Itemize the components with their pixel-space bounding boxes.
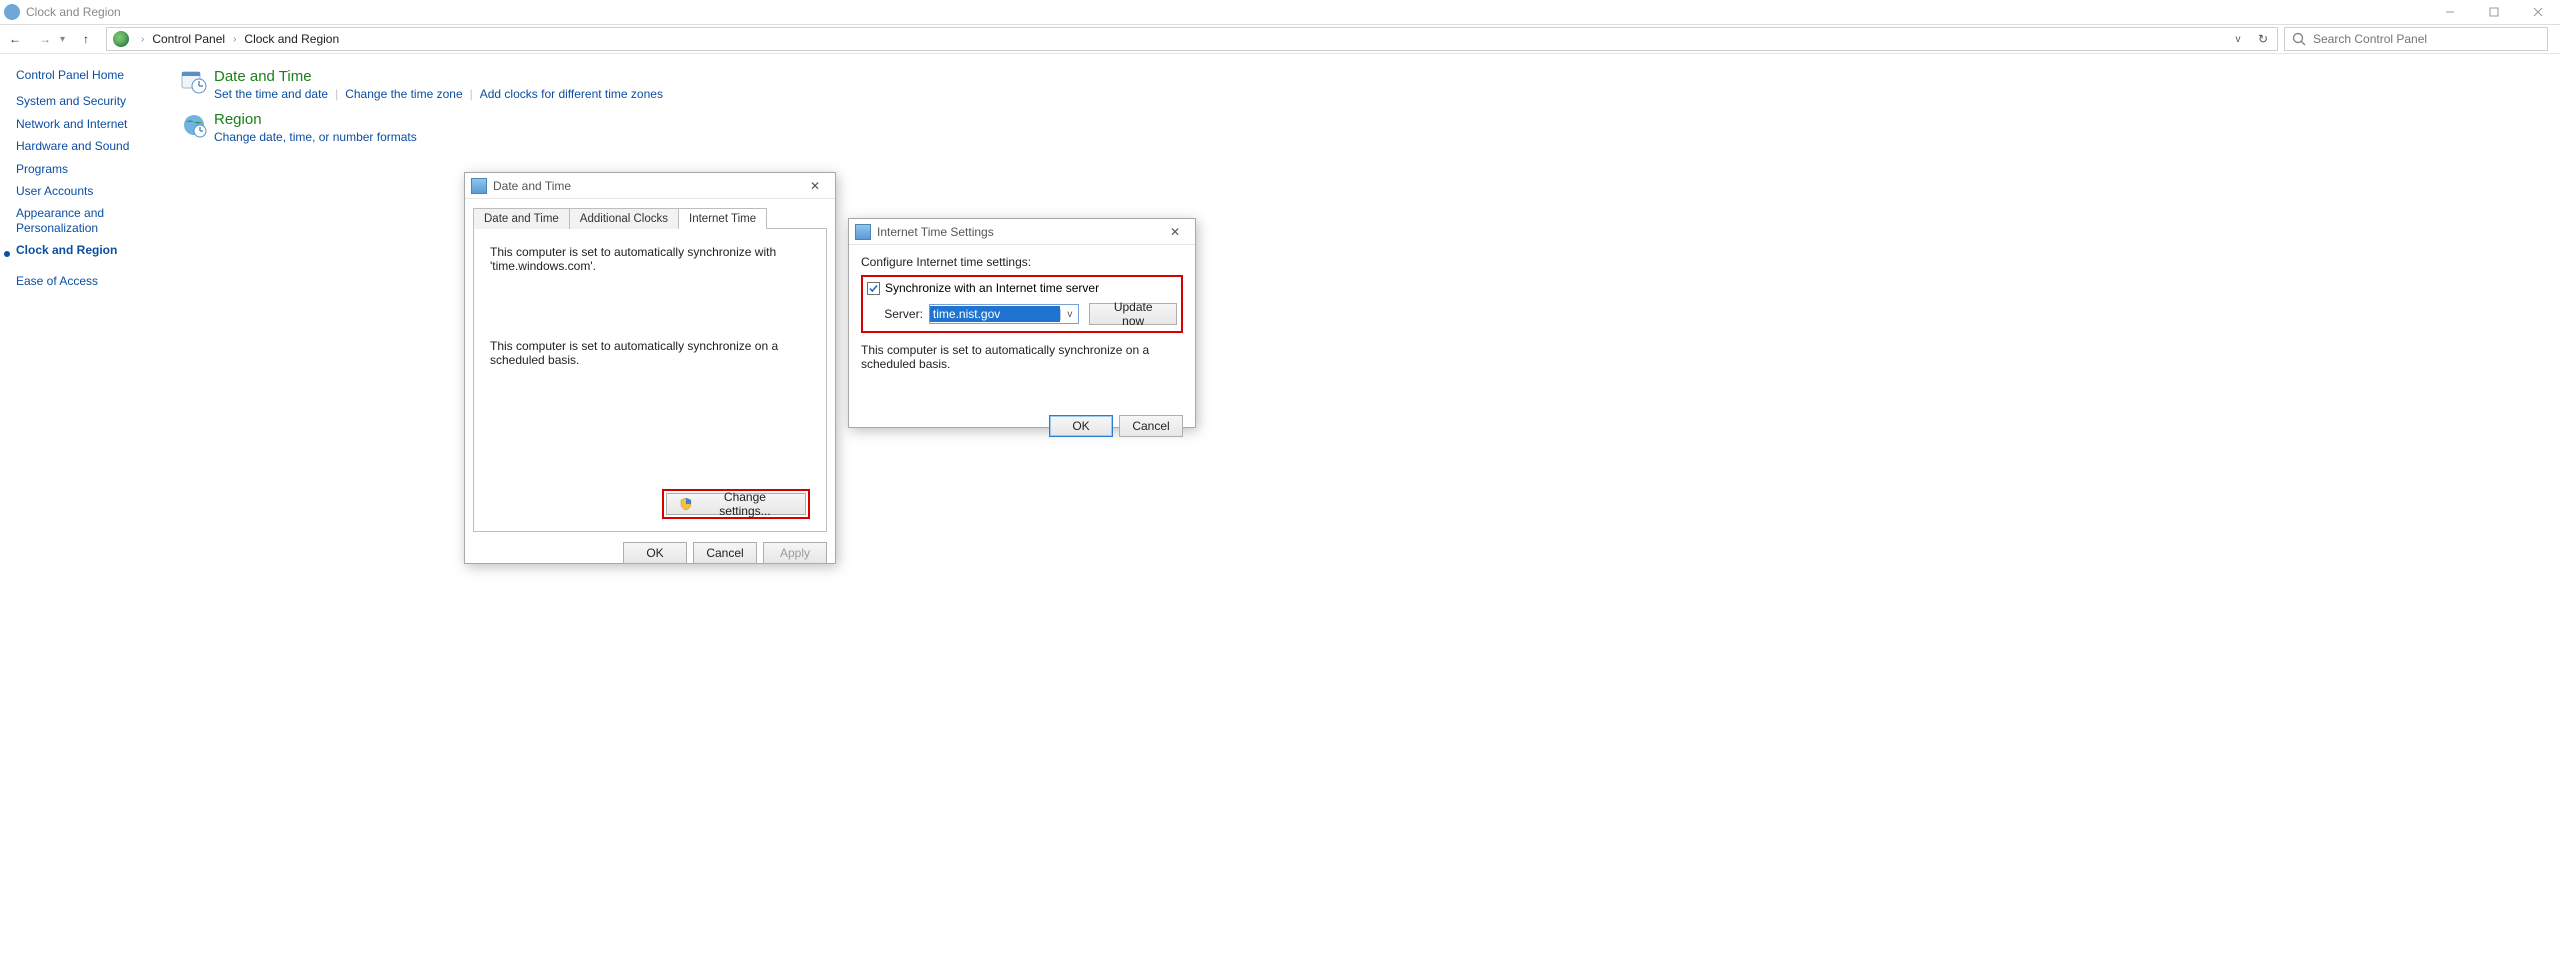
- change-settings-button[interactable]: Change settings...: [666, 493, 806, 515]
- breadcrumb-control-panel[interactable]: Control Panel: [150, 32, 227, 46]
- search-box[interactable]: [2284, 27, 2548, 51]
- sync-checkbox-label[interactable]: Synchronize with an Internet time server: [885, 281, 1099, 295]
- sidebar-item-clock-region[interactable]: Clock and Region: [16, 243, 117, 257]
- nav-up-button[interactable]: ↑: [74, 32, 98, 46]
- search-input[interactable]: [2313, 32, 2547, 46]
- dialog-its-ok-button[interactable]: OK: [1049, 415, 1113, 437]
- refresh-button[interactable]: ↻: [2249, 32, 2277, 46]
- panel-region-heading[interactable]: Region: [214, 111, 417, 128]
- sidebar-home[interactable]: Control Panel Home: [16, 68, 166, 82]
- sync-server-text: This computer is set to automatically sy…: [490, 245, 810, 273]
- tab-date-and-time[interactable]: Date and Time: [473, 208, 570, 229]
- sidebar-item-programs[interactable]: Programs: [16, 162, 166, 176]
- dialog-date-tabs: Date and Time Additional Clocks Internet…: [473, 207, 827, 228]
- chevron-right-icon: ›: [227, 34, 242, 45]
- sidebar-item-hardware[interactable]: Hardware and Sound: [16, 139, 166, 153]
- sync-checkbox[interactable]: [867, 282, 880, 295]
- dialog-date-icon: [471, 178, 487, 194]
- toolbar: ← → ▾ ↑ › Control Panel › Clock and Regi…: [0, 24, 2560, 54]
- panel-datetime-heading[interactable]: Date and Time: [214, 68, 663, 85]
- close-button[interactable]: [2516, 0, 2560, 24]
- dialog-its-icon: [855, 224, 871, 240]
- change-settings-label: Change settings...: [697, 490, 793, 518]
- its-intro-text: Configure Internet time settings:: [861, 255, 1183, 269]
- nav-forward-button[interactable]: →: [30, 32, 60, 46]
- sync-schedule-text: This computer is set to automatically sy…: [490, 339, 810, 367]
- sidebar-item-appearance[interactable]: Appearance and Personalization: [16, 206, 166, 235]
- address-dropdown[interactable]: v: [2227, 34, 2249, 45]
- dialog-its-cancel-button[interactable]: Cancel: [1119, 415, 1183, 437]
- check-icon: [868, 283, 879, 294]
- search-icon: [2291, 31, 2307, 47]
- current-bullet-icon: [4, 251, 10, 257]
- tab-additional-clocks[interactable]: Additional Clocks: [569, 208, 679, 229]
- sidebar-item-system[interactable]: System and Security: [16, 94, 166, 108]
- nav-history-dropdown[interactable]: ▾: [60, 34, 74, 45]
- app-titlebar: Clock and Region: [0, 0, 2560, 24]
- server-value[interactable]: time.nist.gov: [930, 306, 1060, 322]
- nav-back-button[interactable]: ←: [0, 32, 30, 46]
- chevron-right-icon: ›: [135, 34, 150, 45]
- dialog-date-cancel-button[interactable]: Cancel: [693, 542, 757, 564]
- tab-internet-time-body: This computer is set to automatically sy…: [473, 228, 827, 532]
- dialog-its-titlebar[interactable]: Internet Time Settings ✕: [849, 219, 1195, 245]
- link-change-formats[interactable]: Change date, time, or number formats: [214, 130, 417, 144]
- sidebar-item-ease[interactable]: Ease of Access: [16, 274, 166, 288]
- sidebar: Control Panel Home System and Security N…: [16, 68, 166, 296]
- its-schedule-text: This computer is set to automatically sy…: [849, 343, 1195, 371]
- link-set-time[interactable]: Set the time and date: [214, 87, 328, 101]
- app-icon: [4, 4, 20, 20]
- link-add-clocks[interactable]: Add clocks for different time zones: [480, 87, 663, 101]
- control-panel-icon: [113, 31, 129, 47]
- update-now-button[interactable]: Update now: [1089, 303, 1177, 325]
- category-panel: Date and Time Set the time and date|Chan…: [180, 68, 663, 154]
- app-title: Clock and Region: [26, 5, 121, 19]
- link-change-tz[interactable]: Change the time zone: [345, 87, 462, 101]
- chevron-down-icon[interactable]: v: [1060, 309, 1078, 320]
- tab-internet-time[interactable]: Internet Time: [678, 208, 767, 229]
- panel-datetime: Date and Time Set the time and date|Chan…: [180, 68, 663, 101]
- dialog-date-ok-button[interactable]: OK: [623, 542, 687, 564]
- highlight-change-settings: Change settings...: [662, 489, 810, 519]
- highlight-sync-settings: Synchronize with an Internet time server…: [861, 275, 1183, 333]
- dialog-its-title: Internet Time Settings: [877, 225, 994, 239]
- dialog-date-title: Date and Time: [493, 179, 571, 193]
- sidebar-item-network[interactable]: Network and Internet: [16, 117, 166, 131]
- minimize-button[interactable]: [2428, 0, 2472, 24]
- datetime-icon: [180, 68, 208, 96]
- breadcrumb-clock-region[interactable]: Clock and Region: [242, 32, 341, 46]
- address-bar[interactable]: › Control Panel › Clock and Region v ↻: [106, 27, 2278, 51]
- region-icon: [180, 111, 208, 139]
- server-label: Server:: [867, 307, 929, 321]
- shield-icon: [679, 497, 693, 511]
- dialog-date-apply-button: Apply: [763, 542, 827, 564]
- sidebar-item-accounts[interactable]: User Accounts: [16, 184, 166, 198]
- server-combobox[interactable]: time.nist.gov v: [929, 304, 1079, 324]
- content-area: Control Panel Home System and Security N…: [0, 54, 2560, 960]
- dialog-date-close-button[interactable]: ✕: [795, 179, 835, 193]
- dialog-its-close-button[interactable]: ✕: [1155, 225, 1195, 239]
- dialog-date-buttons: OK Cancel Apply: [465, 542, 827, 564]
- panel-region: Region Change date, time, or number form…: [180, 111, 663, 144]
- dialog-internet-time: Internet Time Settings ✕ Configure Inter…: [848, 218, 1196, 428]
- maximize-button[interactable]: [2472, 0, 2516, 24]
- dialog-date-titlebar[interactable]: Date and Time ✕: [465, 173, 835, 199]
- dialog-date-and-time: Date and Time ✕ Date and Time Additional…: [464, 172, 836, 564]
